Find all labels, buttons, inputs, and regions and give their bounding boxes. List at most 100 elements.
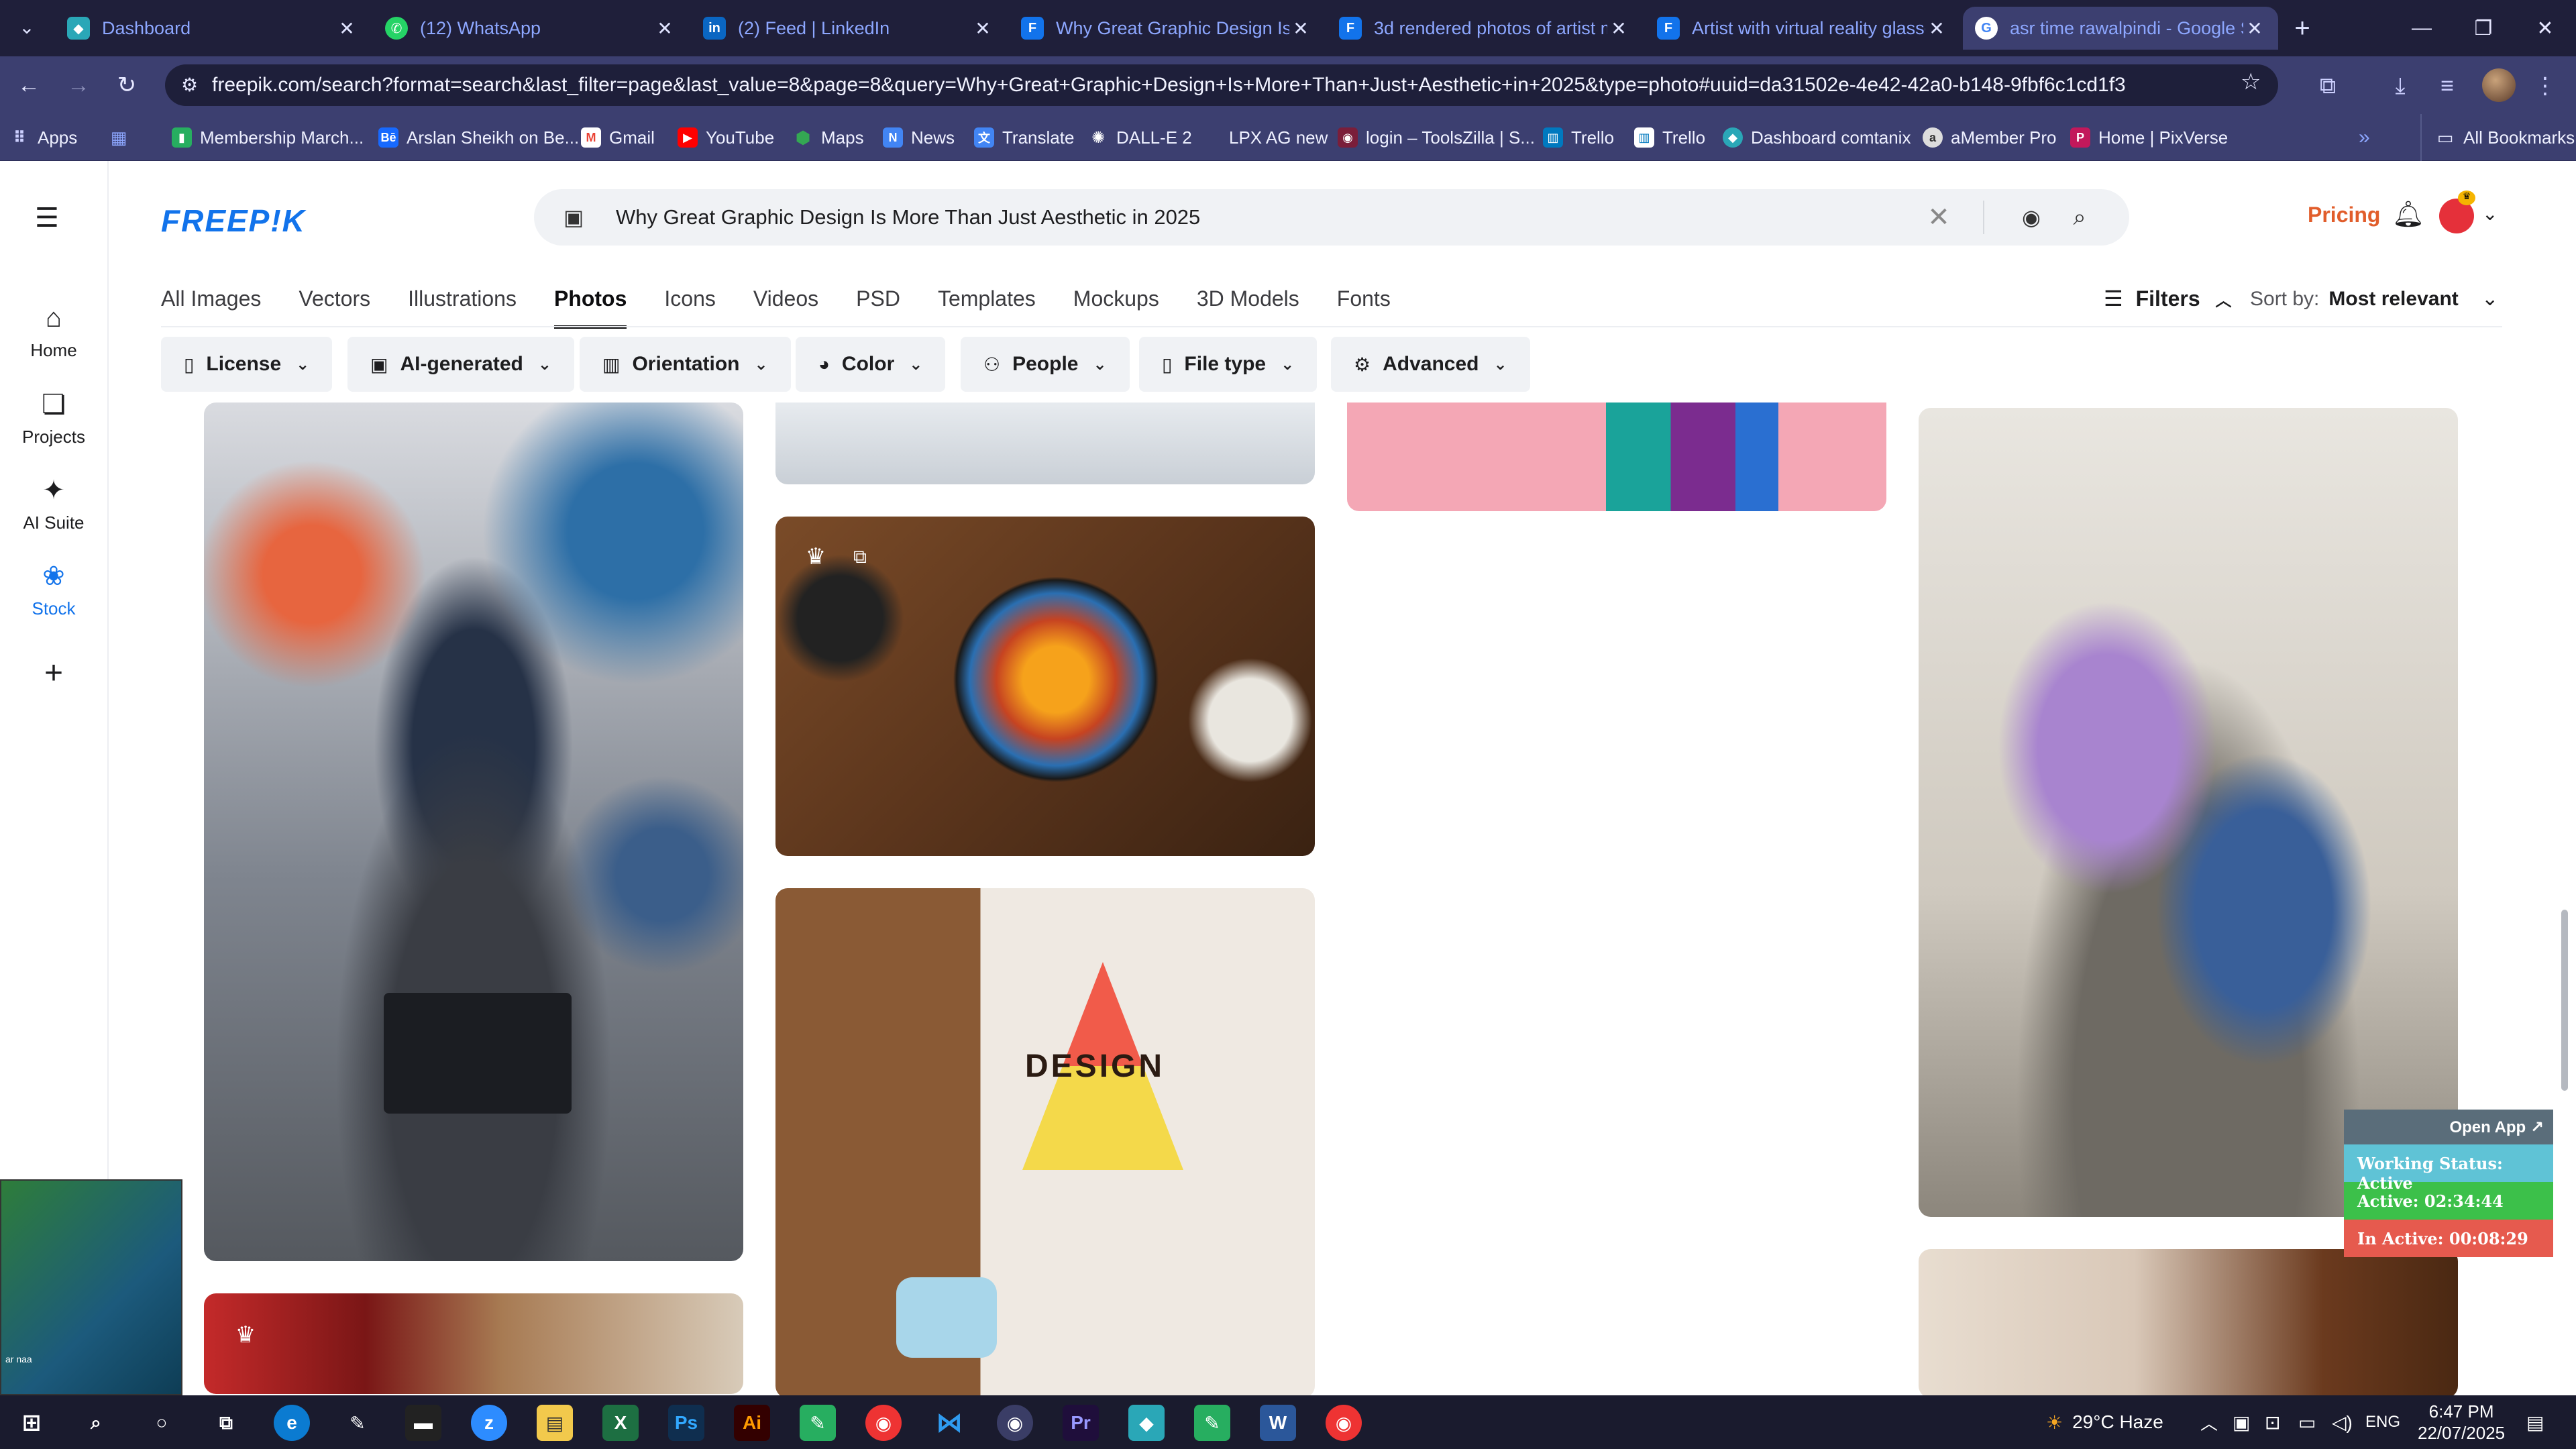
browser-tab-dashboard[interactable]: ◆ Dashboard ✕ [55,7,370,50]
filters-toggle-button[interactable]: ☰ Filters ︿ [2104,286,2232,311]
sidebar-item-stock[interactable]: ❀ Stock [0,561,107,619]
word-icon[interactable]: W [1260,1405,1296,1441]
chrome-icon-2[interactable]: ◉ [1326,1405,1362,1441]
file-explorer-icon[interactable]: ▤ [537,1405,573,1441]
filter-chip-advanced[interactable]: ⚙ Advanced ⌄ [1331,337,1530,392]
pen-tool-icon[interactable]: ✎ [339,1405,376,1441]
close-tab-icon[interactable]: ✕ [2243,17,2266,40]
tab-photos[interactable]: Photos [553,282,627,329]
tab-mockups[interactable]: Mockups [1073,282,1159,329]
photo-design-pegboard[interactable]: DESIGN [775,888,1315,1398]
browser-tab-freepik-2[interactable]: F 3d rendered photos of artist m ✕ [1327,7,1642,50]
close-tab-icon[interactable]: ✕ [653,17,676,40]
browser-profile-avatar[interactable] [2482,68,2516,102]
bookmark-gmail[interactable]: M Gmail [581,114,655,161]
network-icon[interactable]: ▭ [2298,1395,2316,1449]
bookmark-behance[interactable]: Bē Arslan Sheikh on Be... [378,114,579,161]
green-app-icon-2[interactable]: ✎ [1194,1405,1230,1441]
clear-search-icon[interactable]: ✕ [1919,202,1959,233]
bookmark-maps[interactable]: ⬢ Maps [793,114,864,161]
minimize-window-icon[interactable]: — [2391,0,2453,56]
tab-icons[interactable]: Icons [664,282,715,329]
input-language[interactable]: ENG [2365,1395,2400,1449]
filter-chip-file-type[interactable]: ▯ File type ⌄ [1139,337,1318,392]
notifications-icon[interactable]: ▤ [2526,1395,2544,1449]
open-app-link[interactable]: Open App ↗ [2344,1110,2553,1144]
site-info-icon[interactable]: ⚙ [181,74,198,96]
browser-tab-google-active[interactable]: G asr time rawalpindi - Google S ✕ [1963,7,2278,50]
bookmark-membership[interactable]: ▮ Membership March... [172,114,364,161]
volume-icon[interactable]: ◁) [2332,1395,2353,1449]
search-icon[interactable]: ⌕ [78,1405,114,1441]
bookmark-apps[interactable]: ⠿ Apps [9,114,78,161]
restore-window-icon[interactable]: ❐ [2453,0,2514,56]
forward-arrow-icon[interactable]: → [59,66,98,105]
sidebar-item-home[interactable]: ⌂ Home [0,303,107,361]
close-tab-icon[interactable]: ✕ [1289,17,1312,40]
tab-illustrations[interactable]: Illustrations [408,282,517,329]
sidebar-item-ai-suite[interactable]: ✦ AI Suite [0,475,107,533]
photo-couple-office[interactable] [1919,408,2458,1217]
weather-widget[interactable]: ☀ 29°C Haze [2046,1395,2163,1449]
zoom-icon[interactable]: z [471,1405,507,1441]
bookmark-news[interactable]: N News [883,114,955,161]
all-bookmarks-folder[interactable]: ▭ All Bookmarks [2420,114,2575,161]
windows-start-icon[interactable]: ⊞ [13,1405,50,1441]
search-bar[interactable]: ▣ Why Great Graphic Design Is More Than … [534,189,2129,246]
freepik-logo[interactable]: FREEP!K [161,203,306,239]
filter-chip-color[interactable]: ◕ Color ⌄ [796,337,946,392]
filter-chip-ai-generated[interactable]: ▣ AI-generated ⌄ [347,337,574,392]
tab-videos[interactable]: Videos [753,282,818,329]
dashboard-app-icon[interactable]: ◆ [1128,1405,1165,1441]
photo-designer-desk-top[interactable] [775,402,1315,484]
search-icon[interactable]: ⌕ [2059,205,2100,231]
filter-chip-orientation[interactable]: ▥ Orientation ⌄ [580,337,791,392]
browser-tab-freepik-1[interactable]: F Why Great Graphic Design Is M ✕ [1009,7,1324,50]
downloads-icon[interactable]: ⤓ [2381,67,2419,105]
browser-tab-whatsapp[interactable]: ✆ (12) WhatsApp ✕ [373,7,688,50]
back-arrow-icon[interactable]: ← [9,66,48,105]
chrome-active-icon[interactable]: ◉ [997,1405,1033,1441]
tab-psd[interactable]: PSD [856,282,900,329]
meet-now-icon[interactable]: ▣ [2233,1395,2250,1449]
address-bar[interactable]: ⚙ freepik.com/search?format=search&last_… [165,64,2278,106]
chevron-down-icon[interactable]: ⌄ [2482,203,2498,225]
bookmark-trello-2[interactable]: ▥ Trello [1634,114,1705,161]
chrome-icon[interactable]: ◉ [865,1405,902,1441]
browser-tab-linkedin[interactable]: in (2) Feed | LinkedIn ✕ [691,7,1006,50]
sidebar-item-projects[interactable]: ❏ Projects [0,389,107,447]
excel-icon[interactable]: X [602,1405,639,1441]
bookmark-dashboard-comtanix[interactable]: ◆ Dashboard comtanix [1723,114,1911,161]
photo-laptop-sofa[interactable] [1919,1249,2458,1398]
tab-fonts[interactable]: Fonts [1337,282,1391,329]
close-tab-icon[interactable]: ✕ [1607,17,1630,40]
bookmark-pixverse[interactable]: P Home | PixVerse [2070,114,2228,161]
bookmark-toolszilla[interactable]: ◉ login – ToolsZilla | S... [1338,114,1535,161]
image-type-icon[interactable]: ▣ [564,205,590,230]
filter-chip-people[interactable]: ⚇ People ⌄ [961,337,1130,392]
notification-bell-icon[interactable]: 🔔︎ [2392,200,2424,229]
extensions-icon[interactable]: ⧉ [2309,67,2347,105]
filter-chip-license[interactable]: ▯ License ⌄ [161,337,333,392]
vscode-icon[interactable]: ⋈ [931,1405,967,1441]
close-tab-icon[interactable]: ✕ [335,17,358,40]
search-input[interactable]: Why Great Graphic Design Is More Than Ju… [616,205,1919,229]
tab-search-chevron-icon[interactable]: ⌄ [9,9,44,44]
bookmark-star-icon[interactable]: ☆ [2241,68,2261,95]
photo-tablet-artwork[interactable]: ♛ ⧉ [775,517,1315,856]
bookmark-youtube[interactable]: ▶ YouTube [678,114,774,161]
reload-icon[interactable]: ↻ [107,66,146,105]
bookmark-amember[interactable]: a aMember Pro [1923,114,2057,161]
tab-all-images[interactable]: All Images [161,282,261,329]
tab-3d-models[interactable]: 3D Models [1197,282,1299,329]
close-tab-icon[interactable]: ✕ [971,17,994,40]
close-window-icon[interactable]: ✕ [2514,0,2576,56]
tray-overflow-chevron-icon[interactable]: ︿ [2200,1395,2218,1449]
tab-templates[interactable]: Templates [938,282,1036,329]
browser-tab-freepik-3[interactable]: F Artist with virtual reality glasse ✕ [1645,7,1960,50]
pricing-link[interactable]: Pricing [2308,203,2380,227]
photo-colorful-jacket[interactable] [1347,402,1886,511]
close-tab-icon[interactable]: ✕ [1925,17,1948,40]
green-app-icon[interactable]: ✎ [800,1405,836,1441]
bookmark-tab-groups[interactable]: ▦ [109,114,137,161]
